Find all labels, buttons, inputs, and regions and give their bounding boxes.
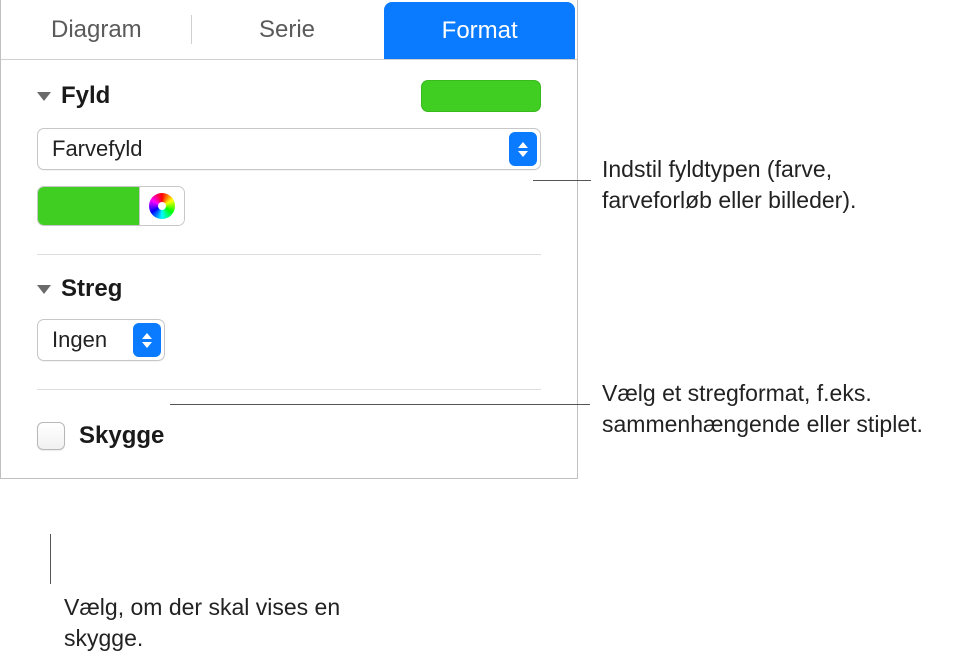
tab-diagram[interactable]: Diagram <box>1 0 192 59</box>
stepper-arrows-icon <box>509 132 537 166</box>
fill-preview-swatch[interactable] <box>421 80 541 112</box>
callout-fill: Indstil fyldtypen (farve, farveforløb el… <box>602 154 922 216</box>
callout-shadow: Vælg, om der skal vises en skygge. <box>64 592 344 654</box>
color-wheel-button[interactable] <box>140 187 184 225</box>
shadow-label: Skygge <box>79 422 164 450</box>
format-panel: Diagram Serie Format Fyld Farvefyld <box>0 0 578 479</box>
callout-line <box>50 534 51 584</box>
fill-color-swatch[interactable] <box>38 187 140 225</box>
tab-format[interactable]: Format <box>384 2 575 59</box>
tab-bar: Diagram Serie Format <box>1 0 577 60</box>
fill-color-picker <box>37 186 185 226</box>
tab-label: Serie <box>259 16 315 44</box>
tab-label: Diagram <box>51 16 142 44</box>
tab-serie[interactable]: Serie <box>192 0 383 59</box>
fill-title: Fyld <box>61 82 110 110</box>
fill-type-dropdown[interactable]: Farvefyld <box>37 128 541 170</box>
divider <box>37 389 541 390</box>
stroke-section: Streg Ingen <box>1 255 577 371</box>
stroke-title: Streg <box>61 275 122 303</box>
shadow-row: Skygge <box>1 422 577 478</box>
stroke-style-dropdown[interactable]: Ingen <box>37 319 165 361</box>
color-wheel-icon <box>149 193 175 219</box>
callout-line <box>170 404 590 405</box>
chevron-down-icon <box>37 92 51 101</box>
chevron-down-icon <box>37 285 51 294</box>
fill-section: Fyld Farvefyld <box>1 60 577 236</box>
callout-stroke: Vælg et stregformat, f.eks. sammenhængen… <box>602 378 942 440</box>
shadow-checkbox[interactable] <box>37 422 65 450</box>
callout-line <box>533 180 591 181</box>
fill-header: Fyld <box>37 80 541 112</box>
fill-title-wrap[interactable]: Fyld <box>37 82 110 110</box>
tab-label: Format <box>442 17 518 45</box>
stepper-arrows-icon <box>133 323 161 357</box>
dropdown-value: Farvefyld <box>52 136 142 162</box>
stroke-header: Streg <box>37 275 541 303</box>
dropdown-value: Ingen <box>52 327 107 353</box>
stroke-title-wrap[interactable]: Streg <box>37 275 122 303</box>
